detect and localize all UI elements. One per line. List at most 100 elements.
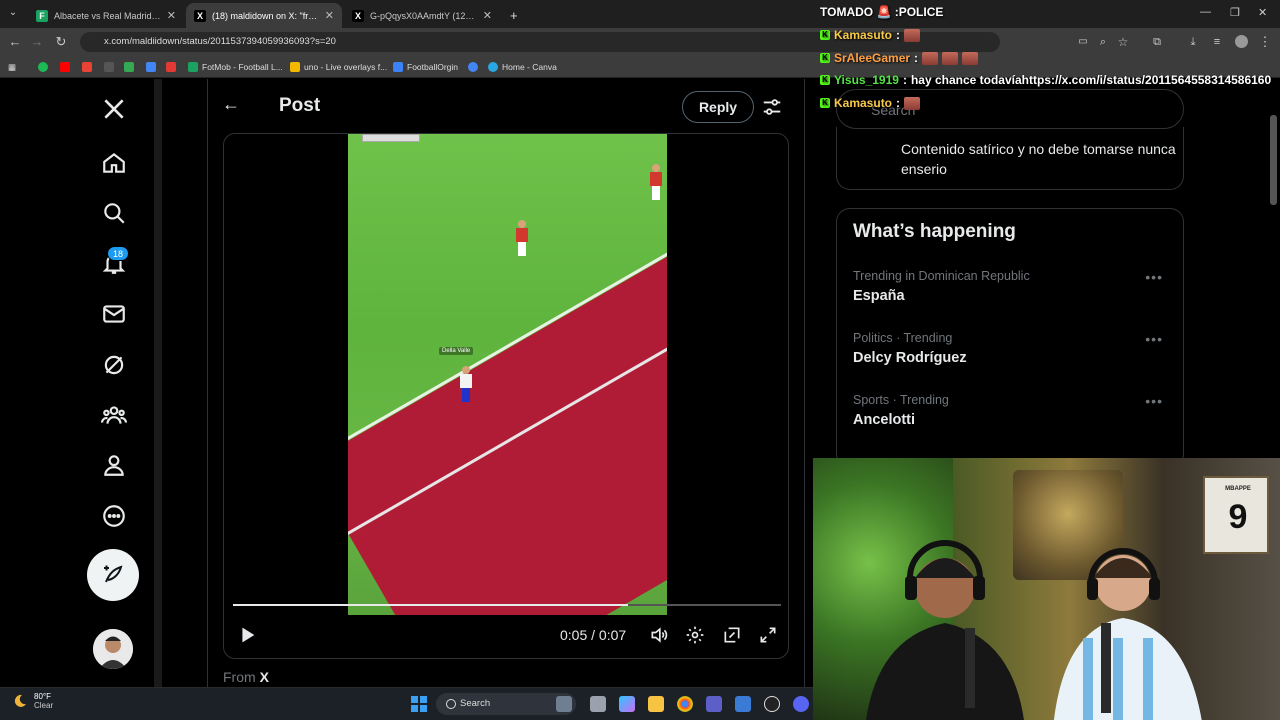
reload-icon[interactable]: ↻ — [52, 33, 70, 51]
chat-username: Yisus_1919 — [834, 73, 899, 87]
reply-button[interactable]: Reply — [682, 91, 754, 123]
task-view-icon[interactable] — [590, 696, 606, 712]
satire-note: Contenido satírico y no debe tomarse nun… — [901, 141, 1176, 177]
profile-icon[interactable] — [98, 449, 130, 481]
section-title: What’s happening — [853, 221, 1016, 242]
bookmark-icon-spotify[interactable] — [38, 59, 48, 75]
play-icon[interactable] — [236, 624, 258, 646]
communities-icon[interactable] — [98, 399, 130, 431]
bookmark-uno[interactable]: uno - Live overlays f... — [290, 59, 387, 75]
teams-icon[interactable] — [706, 696, 722, 712]
x-favicon-icon: X — [352, 9, 364, 22]
x-logo-icon[interactable] — [98, 93, 130, 125]
close-tab-icon[interactable]: ✕ — [325, 9, 334, 22]
from-source[interactable]: X — [260, 669, 269, 685]
whats-happening-panel: What’s happening Trending in Dominican R… — [836, 208, 1184, 468]
more-options-icon[interactable]: ••• — [1145, 393, 1163, 409]
bookmark-icon-app[interactable] — [146, 59, 156, 75]
chat-text: hay chance todavíahttps://x.com/i/status… — [910, 73, 1272, 87]
player-red — [516, 220, 528, 256]
copilot-icon[interactable] — [619, 696, 635, 712]
back-icon[interactable]: ← — [6, 33, 24, 51]
trend-item[interactable]: Trending in Dominican Republic España ••… — [853, 269, 1173, 319]
taskbar-search-input[interactable]: Search — [436, 693, 576, 715]
pitch-ad-board — [348, 244, 667, 615]
tab-title: G-pQqysX0AAmdtY (1200×150 — [370, 10, 477, 21]
tab-2[interactable]: X G-pQqysX0AAmdtY (1200×150 ✕ — [344, 3, 500, 28]
video-progress-bar[interactable] — [233, 604, 781, 606]
more-options-icon[interactable]: ••• — [1145, 269, 1163, 285]
bookmark-icon-drive[interactable] — [124, 59, 134, 75]
windows-taskbar: 80°F Clear Search — [0, 687, 813, 720]
filter-sliders-icon[interactable] — [761, 96, 783, 118]
grok-icon[interactable] — [98, 349, 130, 381]
stream-title: TOMADO 🚨 :POLICE — [820, 5, 944, 19]
home-icon[interactable] — [98, 147, 130, 179]
chat-username: SrAleeGamer — [834, 51, 911, 65]
footballorgin-icon — [393, 62, 403, 72]
chat-message: K Kamasuto: — [820, 28, 921, 42]
tab-1[interactable]: X (18) maldidown on X: "franco m ✕ — [186, 3, 342, 28]
weather-widget[interactable]: 80°F Clear — [12, 692, 53, 710]
forward-icon[interactable]: → — [28, 33, 46, 51]
right-scrollbar[interactable] — [1270, 115, 1277, 205]
trend-item[interactable]: Politics · Trending Delcy Rodríguez ••• — [853, 331, 1173, 381]
close-tab-icon[interactable]: ✕ — [483, 9, 492, 22]
trend-context: Politics · Trending — [853, 331, 953, 345]
video-frame[interactable]: Della Valle — [348, 134, 667, 615]
obs-icon[interactable] — [764, 696, 780, 712]
store-icon[interactable] — [735, 696, 751, 712]
widget-icon[interactable] — [556, 696, 572, 712]
bookmark-icon-gmail[interactable] — [82, 59, 92, 75]
bookmark-icon-blank[interactable] — [104, 59, 114, 75]
apps-grid-icon[interactable]: ▦ — [8, 59, 16, 75]
more-circle-icon[interactable] — [98, 500, 130, 532]
video-source-label: From X — [223, 669, 269, 685]
player-red — [650, 164, 662, 200]
stream-chat-overlay: TOMADO 🚨 :POLICE K Kamasuto: K SrAleeGam… — [812, 0, 1280, 115]
bookmark-icon-youtube[interactable] — [60, 59, 70, 75]
video-time: 0:05 / 0:07 — [560, 627, 627, 643]
chat-message: K Kamasuto: — [820, 96, 921, 110]
player-name-tag: Della Valle — [439, 347, 474, 355]
emote-icon — [904, 28, 921, 42]
bookmark-canva[interactable]: Home - Canva — [488, 59, 557, 75]
search-icon[interactable] — [98, 197, 130, 229]
left-scrollbar[interactable] — [154, 79, 162, 687]
emote-icon — [922, 51, 939, 65]
bookmark-icon-flag[interactable] — [166, 59, 176, 75]
windows-start-icon[interactable] — [411, 696, 427, 712]
tab-0[interactable]: F Albacete vs Real Madrid - marc ✕ — [28, 3, 184, 28]
trend-name: Delcy Rodríguez — [853, 350, 967, 366]
bookmark-label: FotMob - Football L... — [202, 62, 283, 72]
trend-context: Sports · Trending — [853, 393, 949, 407]
volume-icon[interactable] — [649, 625, 669, 645]
messages-mail-icon[interactable] — [98, 298, 130, 330]
emote-icon — [942, 51, 959, 65]
bookmark-footballorgin[interactable]: FootballOrgin — [393, 59, 458, 75]
discord-icon[interactable] — [793, 696, 809, 712]
page-title: Post — [279, 95, 321, 116]
more-options-icon[interactable]: ••• — [1145, 331, 1163, 347]
from-prefix: From — [223, 669, 256, 685]
back-arrow-icon[interactable]: ← — [222, 94, 240, 115]
trend-context: Trending in Dominican Republic — [853, 269, 1030, 283]
file-explorer-icon[interactable] — [648, 696, 664, 712]
taskbar-search-icon — [446, 699, 456, 709]
tab-favicon-icon: F — [36, 9, 48, 22]
account-avatar[interactable] — [93, 629, 133, 669]
bookmark-fotmob[interactable]: FotMob - Football L... — [188, 59, 283, 75]
bookmark-icon-refresh[interactable] — [468, 59, 478, 75]
trend-item[interactable]: Sports · Trending Ancelotti ••• — [853, 393, 1173, 443]
bookmark-label: uno - Live overlays f... — [304, 62, 388, 72]
fullscreen-icon[interactable] — [758, 625, 778, 645]
new-tab-button[interactable]: + — [502, 3, 524, 28]
moon-icon — [14, 694, 26, 707]
compose-post-button[interactable] — [87, 549, 139, 601]
close-tab-icon[interactable]: ✕ — [167, 9, 176, 22]
video-player[interactable]: Della Valle 0:05 / 0:07 — [223, 133, 789, 659]
tab-search-chevron-icon[interactable]: ⌄ — [4, 4, 22, 22]
settings-gear-icon[interactable] — [685, 625, 705, 645]
chrome-icon[interactable] — [677, 696, 693, 712]
picture-in-picture-icon[interactable] — [722, 625, 742, 645]
